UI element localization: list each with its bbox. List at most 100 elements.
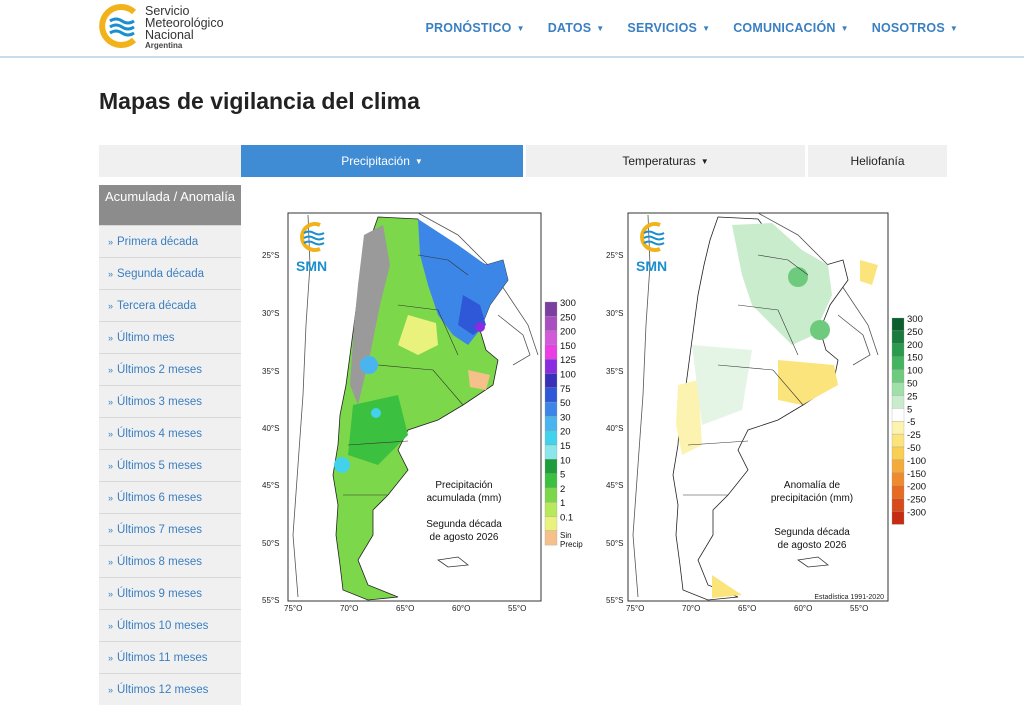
sidebar-item-label: Tercera década: [117, 299, 197, 312]
lat-tick: 40°S: [606, 424, 623, 433]
legend-swatch: [544, 473, 558, 489]
legend-swatch: [891, 472, 905, 486]
top-navbar: Servicio Meteorológico Nacional Argentin…: [0, 0, 1024, 58]
sidebar-item-label: Últimos 3 meses: [117, 395, 203, 408]
sidebar-item-ultimo-mes[interactable]: » Último mes: [99, 321, 241, 353]
precip-anomaly-map[interactable]: SMN 25°S 30°S 35°S 40°S 45°S 50°S 55°S 7…: [602, 205, 942, 615]
precip-cyan-spot: [360, 356, 378, 374]
legend-label: 75: [560, 384, 571, 395]
legend-label: 10: [560, 455, 571, 466]
smn-map-logo-text: SMN: [296, 258, 327, 274]
legend-label: Sin: [560, 531, 572, 540]
nav-nosotros[interactable]: NOSOTROS ▼: [872, 21, 958, 35]
map-period-line1: Segunda década: [426, 519, 502, 530]
caret-down-icon: ▼: [702, 24, 711, 33]
sidebar-item-ultimos-2-meses[interactable]: » Últimos 2 meses: [99, 353, 241, 385]
caret-down-icon: ▼: [414, 156, 423, 166]
double-chevron-right-icon: »: [108, 268, 114, 279]
smn-map-logo-text: SMN: [636, 258, 667, 274]
tab-temperaturas[interactable]: Temperaturas ▼: [523, 145, 805, 177]
lat-tick: 45°S: [262, 481, 279, 490]
caret-down-icon: ▼: [949, 24, 958, 33]
legend-swatch: [891, 395, 905, 409]
double-chevron-right-icon: »: [108, 652, 114, 663]
sidebar-item-ultimos-9-meses[interactable]: » Últimos 9 meses: [99, 577, 241, 609]
legend-label: 125: [560, 355, 576, 366]
precip-accum-map[interactable]: SMN 25°S 30°S 35°S 40°S 45°S 50°S 55°S 7…: [258, 205, 598, 615]
lat-tick: 30°S: [606, 309, 623, 318]
map-period-line2: de agosto 2026: [778, 540, 847, 551]
legend-label: 50: [907, 379, 918, 390]
legend-label: 250: [560, 312, 576, 323]
sidebar-item-ultimos-12-meses[interactable]: » Últimos 12 meses: [99, 673, 241, 705]
legend-label: -100: [907, 456, 926, 467]
legend-label: 150: [907, 353, 923, 364]
lat-tick: 30°S: [262, 309, 279, 318]
legend-label: 5: [560, 470, 565, 481]
sidebar-item-segunda-decada[interactable]: » Segunda década: [99, 257, 241, 289]
sidebar-item-primera-decada[interactable]: » Primera década: [99, 225, 241, 257]
sidebar-item-ultimos-11-meses[interactable]: » Últimos 11 meses: [99, 641, 241, 673]
sidebar-item-label: Últimos 12 meses: [117, 683, 209, 696]
legend-label: 30: [560, 412, 571, 423]
legend-label: -200: [907, 482, 926, 493]
sidebar-item-label: Último mes: [117, 331, 175, 344]
legend-swatch: [544, 401, 558, 417]
double-chevron-right-icon: »: [108, 236, 114, 247]
sidebar-item-ultimos-3-meses[interactable]: » Últimos 3 meses: [99, 385, 241, 417]
nav-datos-label: DATOS: [547, 21, 592, 35]
double-chevron-right-icon: »: [108, 396, 114, 407]
legend-swatch: [544, 516, 558, 531]
legend-swatch: [891, 330, 905, 344]
double-chevron-right-icon: »: [108, 524, 114, 535]
legend-swatch: [544, 316, 558, 331]
tab-heliofania-label: Heliofanía: [850, 154, 905, 168]
sidebar-item-ultimos-6-meses[interactable]: » Últimos 6 meses: [99, 481, 241, 513]
smn-logo[interactable]: Servicio Meteorológico Nacional Argentin…: [96, 3, 256, 50]
legend-label: -250: [907, 495, 926, 506]
sidebar-item-tercera-decada[interactable]: » Tercera década: [99, 289, 241, 321]
lat-tick: 25°S: [262, 251, 279, 260]
double-chevron-right-icon: »: [108, 684, 114, 695]
nav-datos[interactable]: DATOS ▼: [548, 21, 605, 35]
nav-comunicacion[interactable]: COMUNICACIÓN ▼: [733, 21, 849, 35]
double-chevron-right-icon: »: [108, 428, 114, 439]
legend-swatch: [891, 317, 905, 332]
stats-note: Estadística 1991-2020: [814, 594, 884, 601]
page-title: Mapas de vigilancia del clima: [99, 88, 420, 114]
legend-swatch: [544, 487, 558, 503]
double-chevron-right-icon: »: [108, 332, 114, 343]
sidebar-item-label: Últimos 4 meses: [117, 427, 203, 440]
legend-label: 200: [560, 327, 576, 338]
lat-tick: 55°S: [262, 596, 279, 605]
legend-swatch: [544, 344, 558, 360]
legend-label: 250: [907, 327, 923, 338]
lon-tick: 60°O: [794, 604, 812, 613]
anomaly-high-spot: [810, 320, 830, 340]
legend-label: 20: [560, 427, 571, 438]
lat-tick: 50°S: [606, 539, 623, 548]
legend-label: -300: [907, 508, 926, 519]
sidebar-item-ultimos-7-meses[interactable]: » Últimos 7 meses: [99, 513, 241, 545]
sidebar-item-label: Últimos 7 meses: [117, 523, 203, 536]
sidebar-item-ultimos-10-meses[interactable]: » Últimos 10 meses: [99, 609, 241, 641]
nav-servicios[interactable]: SERVICIOS ▼: [627, 21, 710, 35]
legend-label: 0.1: [560, 513, 573, 524]
sidebar-item-ultimos-5-meses[interactable]: » Últimos 5 meses: [99, 449, 241, 481]
sidebar-item-ultimos-4-meses[interactable]: » Últimos 4 meses: [99, 417, 241, 449]
nav-comunicacion-label: COMUNICACIÓN: [733, 21, 836, 35]
tab-precipitacion[interactable]: Precipitación ▼: [241, 145, 523, 177]
tab-heliofania[interactable]: Heliofanía: [805, 145, 947, 177]
legend-label: 15: [560, 441, 571, 452]
legend-swatch: [891, 511, 905, 525]
legend-swatch: [544, 330, 558, 346]
lon-tick: 70°O: [340, 604, 358, 613]
lon-tick: 65°O: [396, 604, 414, 613]
lat-tick: 35°S: [606, 367, 623, 376]
legend-label: 1: [560, 498, 565, 509]
legend-label: 2: [560, 484, 565, 495]
sidebar-item-ultimos-8-meses[interactable]: » Últimos 8 meses: [99, 545, 241, 577]
main-nav: PRONÓSTICO ▼ DATOS ▼ SERVICIOS ▼ COMUNICACI…: [426, 0, 958, 56]
nav-pronostico[interactable]: PRONÓSTICO ▼: [426, 21, 525, 35]
legend-label: 150: [560, 341, 576, 352]
